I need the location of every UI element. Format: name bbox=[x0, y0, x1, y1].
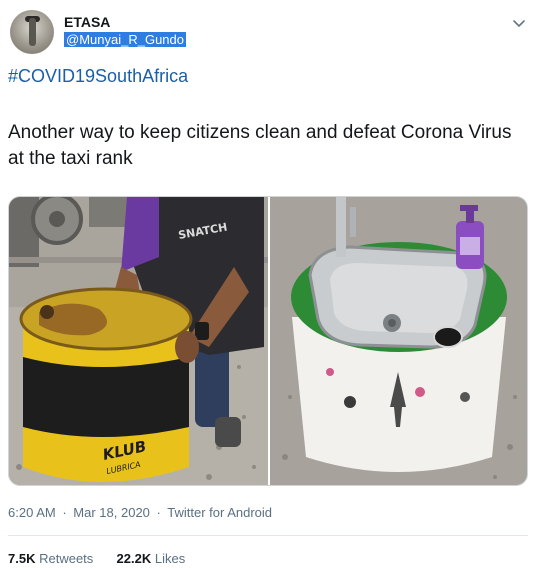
photo-wash-station[interactable] bbox=[270, 197, 527, 485]
divider-line bbox=[8, 535, 528, 536]
avatar[interactable] bbox=[10, 10, 54, 54]
wash-station-illustration bbox=[270, 197, 527, 485]
chevron-down-icon[interactable] bbox=[510, 14, 528, 32]
tweet-header: ETASA @Munyai_R_Gundo bbox=[8, 8, 532, 56]
meta-separator: · bbox=[156, 505, 161, 520]
tweet-meta: 6:20 AM · Mar 18, 2020 · Twitter for And… bbox=[8, 505, 272, 520]
user-handle[interactable]: @Munyai_R_Gundo bbox=[64, 32, 186, 47]
tweet-time[interactable]: 6:20 AM bbox=[8, 505, 56, 520]
drum-marking-illustration: SNATCH KLUB LUBRICA bbox=[9, 197, 268, 485]
likes-stat[interactable]: 22.2K Likes bbox=[117, 551, 186, 566]
tweet-media[interactable]: SNATCH KLUB LUBRICA bbox=[8, 196, 528, 486]
photo-drum-marking[interactable]: SNATCH KLUB LUBRICA bbox=[9, 197, 268, 485]
tweet-date[interactable]: Mar 18, 2020 bbox=[73, 505, 150, 520]
user-name[interactable]: ETASA bbox=[64, 14, 110, 30]
retweets-stat[interactable]: 7.5K Retweets bbox=[8, 551, 93, 566]
tweet-text: Another way to keep citizens clean and d… bbox=[8, 122, 512, 169]
hashtag-link[interactable]: #COVID19SouthAfrica bbox=[8, 66, 188, 87]
likes-label: Likes bbox=[154, 551, 186, 566]
meta-separator: · bbox=[62, 505, 67, 520]
avatar-figure bbox=[29, 18, 36, 46]
tweet-stats: 7.5K Retweets 22.2K Likes bbox=[8, 551, 185, 566]
tweet-source-link[interactable]: Twitter for Android bbox=[167, 505, 272, 520]
retweets-label: Retweets bbox=[39, 551, 94, 566]
retweets-count: 7.5K bbox=[8, 551, 36, 566]
likes-count: 22.2K bbox=[116, 551, 152, 566]
